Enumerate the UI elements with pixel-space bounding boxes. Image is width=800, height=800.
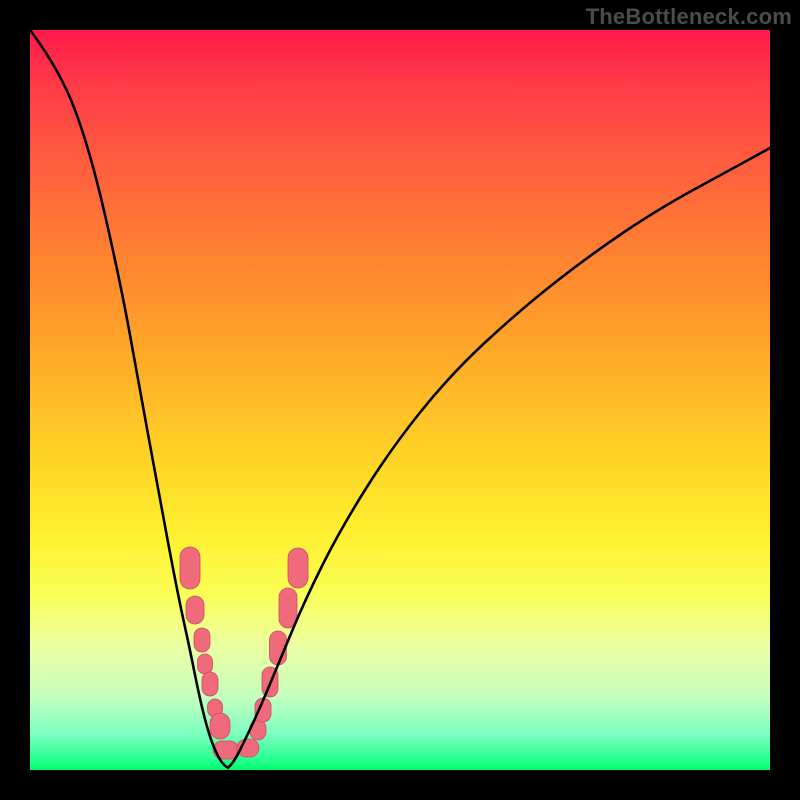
data-marker bbox=[288, 548, 308, 588]
data-marker bbox=[180, 547, 200, 589]
watermark-text: TheBottleneck.com bbox=[586, 4, 792, 30]
markers-group bbox=[180, 547, 308, 759]
v-curve bbox=[30, 30, 770, 768]
data-marker bbox=[202, 672, 218, 696]
data-marker bbox=[186, 596, 204, 624]
data-marker bbox=[210, 713, 230, 739]
data-marker bbox=[198, 654, 213, 674]
data-marker bbox=[279, 588, 297, 628]
chart-frame bbox=[30, 30, 770, 770]
data-marker bbox=[194, 628, 210, 652]
bottleneck-curve-svg bbox=[30, 30, 770, 770]
